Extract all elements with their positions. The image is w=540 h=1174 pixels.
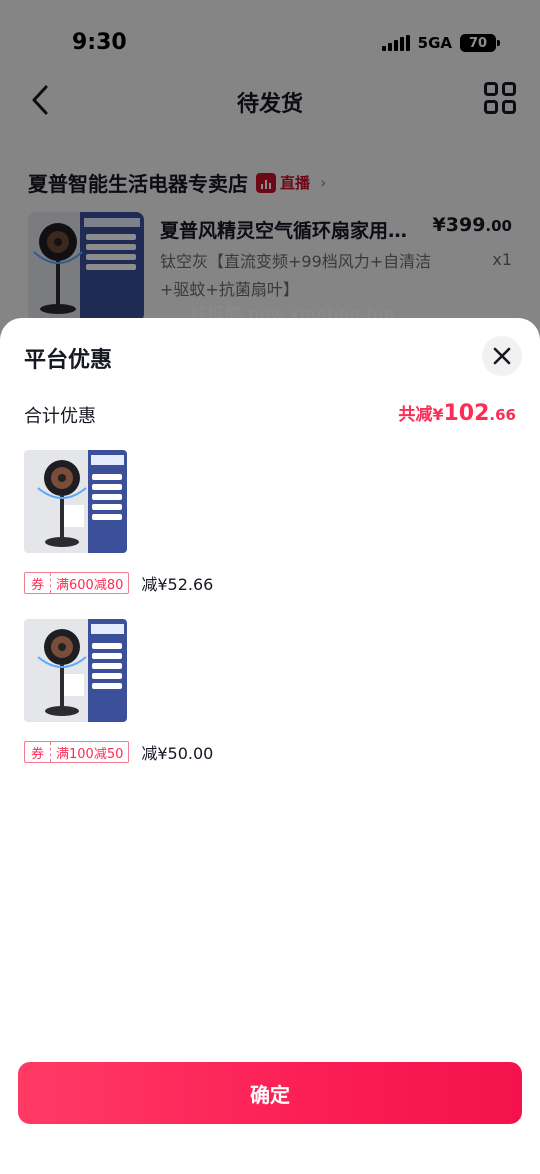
discount-line: 券 满100减50 减¥50.00 xyxy=(24,740,516,764)
coupon-tag: 券 满100减50 xyxy=(24,741,130,763)
total-discount-label: 合计优惠 xyxy=(24,406,96,427)
close-button[interactable] xyxy=(482,336,522,376)
discount-product-image xyxy=(24,619,127,722)
coupon-tag-rule: 满600减80 xyxy=(56,577,124,593)
coupon-tag: 券 满600减80 xyxy=(24,572,130,594)
discount-item: 券 满600减80 减¥52.66 xyxy=(24,450,516,595)
close-icon xyxy=(493,347,511,365)
discount-amount: 减¥50.00 xyxy=(141,744,214,763)
confirm-button[interactable]: 确定 xyxy=(18,1062,522,1124)
total-discount-value: 共减¥102.66 xyxy=(398,400,516,426)
total-currency: ¥ xyxy=(432,405,444,424)
discount-item: 券 满100减50 减¥50.00 xyxy=(24,619,516,764)
discount-line: 券 满600减80 减¥52.66 xyxy=(24,571,516,595)
total-discount-row: 合计优惠 共减¥102.66 xyxy=(24,400,516,430)
total-prefix: 共减 xyxy=(398,405,433,425)
discount-amount: 减¥52.66 xyxy=(141,575,214,594)
coupon-tag-rule: 满100减50 xyxy=(56,746,124,762)
coupon-tag-kind: 券 xyxy=(25,573,52,593)
coupon-tag-kind: 券 xyxy=(25,742,52,762)
discount-sheet: 平台优惠 合计优惠 共减¥102.66 券 满600减80 减¥52.66 券 … xyxy=(0,318,540,1174)
total-decimal: .66 xyxy=(489,406,516,424)
discount-product-image xyxy=(24,450,127,553)
total-integer: 102 xyxy=(443,401,490,426)
sheet-title: 平台优惠 xyxy=(24,348,113,373)
